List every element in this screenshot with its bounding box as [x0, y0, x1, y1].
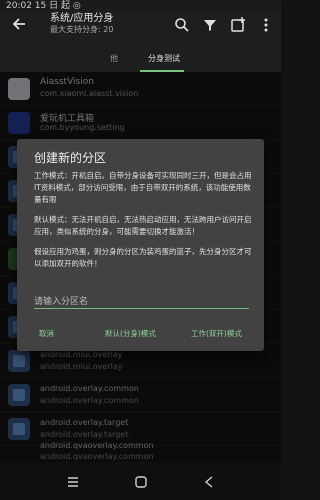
app-toolbar: 系统/应用分身 最大支持分身: 20 [0, 10, 281, 42]
search-icon[interactable] [173, 16, 191, 34]
add-partition-icon[interactable] [229, 16, 247, 34]
work-mode-description: 工作模式：开机自启。自带分身设备可实现同时三开，但是会占用IT资料模式，部分访问… [34, 171, 252, 204]
cancel-button[interactable]: 取消 [39, 328, 54, 339]
tab-other[interactable]: 他 [110, 53, 118, 64]
nav-back-icon[interactable] [202, 474, 216, 488]
filter-icon[interactable] [201, 16, 219, 34]
tab-clone-test[interactable]: 分身测试 [148, 53, 180, 64]
dialog-title: 创建新的分区 [34, 151, 107, 165]
page-title: 系统/应用分身 [50, 13, 114, 24]
create-partition-dialog: 创建新的分区 工作模式：开机自启。自带分身设备可实现同时三开，但是会占用IT资料… [17, 139, 264, 351]
dialog-body: 工作模式：开机自启。自带分身设备可实现同时三开，但是会占用IT资料模式，部分访问… [34, 170, 252, 278]
default-mode-button[interactable]: 默认(分身)模式 [105, 328, 156, 339]
partition-explanation: 假设应用为鸡蛋，则分身的分区为装鸡蛋的篮子，先分身分区才可以添加双开的软件！ [34, 247, 252, 268]
system-nav-bar [0, 462, 281, 500]
more-options-icon[interactable] [257, 16, 275, 34]
page-subtitle: 最大支持分身: 20 [50, 25, 114, 34]
partition-name-input[interactable] [34, 293, 249, 311]
toolbar-titles: 系统/应用分身 最大支持分身: 20 [50, 13, 113, 35]
back-arrow-icon[interactable] [10, 14, 30, 34]
status-bar: 20:02 15 日 起 ◎ [0, 0, 281, 11]
home-icon[interactable] [134, 474, 148, 488]
work-mode-button[interactable]: 工作(双开)模式 [191, 328, 242, 339]
recents-icon[interactable] [66, 474, 80, 488]
partition-name-field [34, 289, 249, 311]
default-mode-description: 默认模式：无法开机自启，无法热启动应用，无法跨用户访问开启应用，类似系统的分身，… [34, 215, 252, 236]
toolbar-actions [173, 16, 275, 34]
tab-bar: 他 分身测试 [0, 42, 281, 72]
